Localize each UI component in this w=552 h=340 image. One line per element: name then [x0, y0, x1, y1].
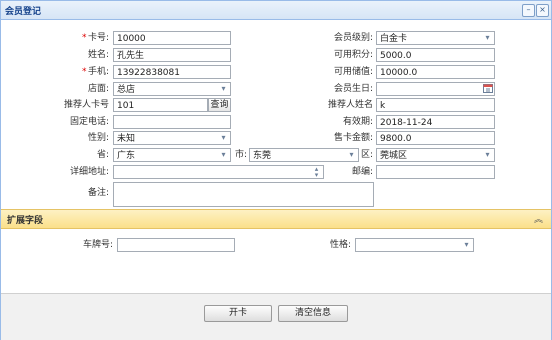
remark-label: 备注:	[87, 188, 109, 198]
plate-input[interactable]	[117, 238, 235, 252]
points-label: 可用积分:	[333, 50, 373, 60]
fixed-phone-input[interactable]	[113, 115, 231, 129]
window-title: 会员登记	[5, 7, 42, 17]
store-value: 总店	[117, 85, 136, 95]
name-label: 姓名:	[87, 50, 109, 60]
postcode-input[interactable]	[376, 165, 495, 179]
card-amount-input[interactable]: 9800.0	[376, 131, 495, 145]
balance-input[interactable]: 10000.0	[376, 65, 495, 79]
member-level-label: 会员级别:	[333, 33, 373, 43]
city-select[interactable]: 东莞 ▾	[249, 148, 359, 162]
phone-input[interactable]: 13922838081	[113, 65, 231, 79]
dialog-footer: 开卡 清空信息	[1, 293, 551, 340]
chevron-down-icon[interactable]: ▾	[217, 83, 230, 95]
plate-label: 车牌号:	[82, 240, 113, 250]
fixed-phone-label: 固定电话:	[69, 117, 109, 127]
birthday-label: 会员生日:	[333, 84, 373, 94]
city-value: 东莞	[253, 151, 272, 161]
extended-fields-title: 扩展字段	[7, 216, 44, 226]
extended-fields-header[interactable]: 扩展字段 ︽	[1, 209, 551, 229]
name-input[interactable]: 孔先生	[113, 48, 231, 62]
personality-label: 性格:	[329, 240, 351, 250]
calendar-icon[interactable]	[481, 83, 494, 95]
referrer-card-input[interactable]: 101	[113, 98, 208, 112]
store-select[interactable]: 总店 ▾	[113, 82, 231, 96]
chevron-down-icon[interactable]: ▾	[217, 132, 230, 144]
query-button[interactable]: 查询	[208, 98, 231, 112]
balance-label: 可用储值:	[333, 67, 373, 77]
card-amount-label: 售卡金额:	[333, 133, 373, 143]
minimize-icon[interactable]: –	[522, 4, 535, 17]
valid-until-label: 有效期:	[342, 117, 373, 127]
gender-value: 未知	[117, 134, 136, 144]
member-level-select[interactable]: 白金卡 ▾	[376, 31, 495, 45]
address-input[interactable]: ▴ ▾	[113, 165, 324, 179]
gender-label: 性别:	[87, 133, 109, 143]
card-no-input[interactable]: 10000	[113, 31, 231, 45]
clear-info-button[interactable]: 清空信息	[278, 305, 348, 322]
member-level-value: 白金卡	[380, 34, 408, 44]
title-bar: 会员登记 – ×	[1, 1, 551, 20]
points-input[interactable]: 5000.0	[376, 48, 495, 62]
referrer-card-label: 推荐人卡号	[63, 100, 109, 110]
phone-label: 手机:	[87, 67, 109, 77]
postcode-label: 邮编:	[351, 167, 373, 177]
district-label: 区:	[360, 150, 373, 160]
chevron-down-icon[interactable]: ▾	[460, 239, 473, 251]
double-chevron-up-icon[interactable]: ︽	[534, 212, 543, 225]
open-card-button[interactable]: 开卡	[204, 305, 272, 322]
province-value: 广东	[117, 151, 136, 161]
chevron-down-icon[interactable]: ▾	[481, 32, 494, 44]
valid-until-input[interactable]: 2018-11-24	[376, 115, 495, 129]
spinner-icon[interactable]: ▴ ▾	[310, 166, 323, 178]
remark-textarea[interactable]	[113, 182, 374, 207]
gender-select[interactable]: 未知 ▾	[113, 131, 231, 145]
district-select[interactable]: 莞城区 ▾	[376, 148, 495, 162]
member-registration-window: 会员登记 – × * 卡号: 10000 姓名: 孔先生 * 手机: 13922…	[0, 0, 552, 340]
province-label: 省:	[96, 150, 109, 160]
district-value: 莞城区	[380, 151, 408, 161]
birthday-input[interactable]	[376, 82, 495, 96]
address-label: 详细地址:	[69, 167, 109, 177]
province-select[interactable]: 广东 ▾	[113, 148, 231, 162]
card-no-label: 卡号:	[87, 33, 109, 43]
referrer-name-input[interactable]: k	[376, 98, 495, 112]
referrer-name-label: 推荐人姓名	[327, 100, 373, 110]
close-icon[interactable]: ×	[536, 4, 549, 17]
personality-select[interactable]: ▾	[355, 238, 474, 252]
city-label: 市:	[234, 150, 247, 160]
store-label: 店面:	[87, 84, 109, 94]
chevron-down-icon[interactable]: ▾	[217, 149, 230, 161]
chevron-down-icon[interactable]: ▾	[481, 149, 494, 161]
